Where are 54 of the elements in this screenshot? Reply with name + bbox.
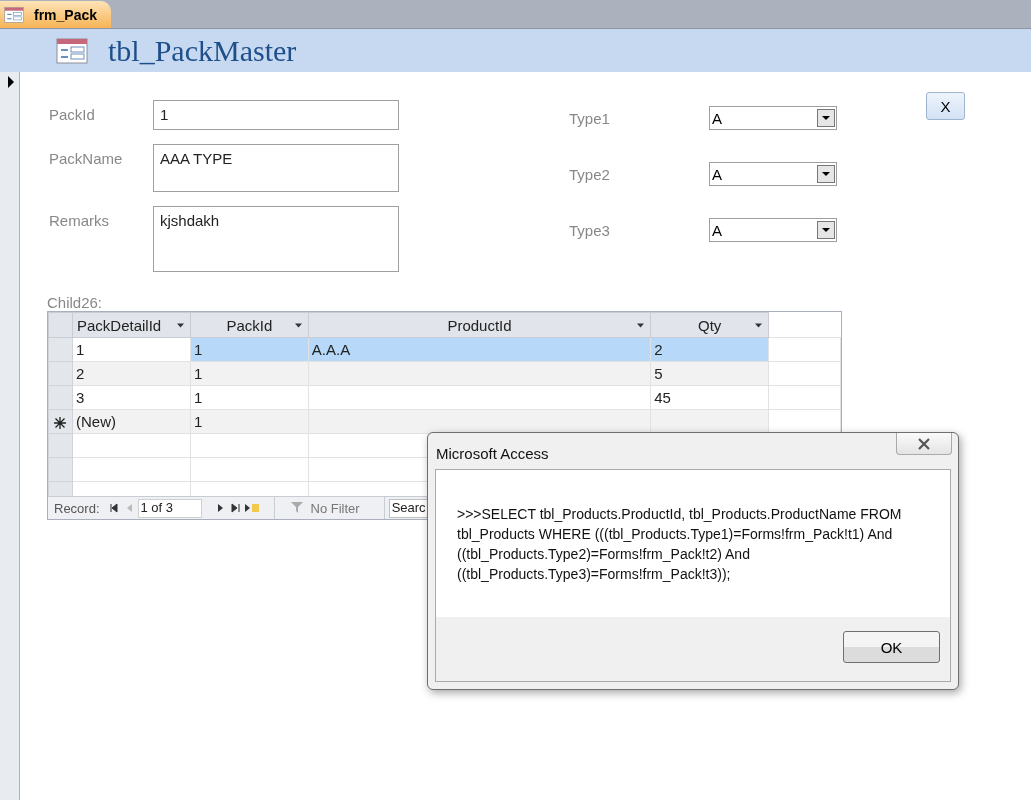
table-cell: 3 (72, 385, 191, 410)
dropdown-icon (294, 323, 302, 328)
field-label: Type3 (569, 221, 611, 239)
dropdown-icon (817, 221, 835, 239)
table-cell: 45 (650, 385, 769, 410)
record-position-field[interactable]: 1 of 3 (137, 498, 202, 518)
column-header[interactable]: PackDetailId (72, 312, 191, 338)
table-cell: (New) (72, 409, 191, 434)
form-icon (4, 6, 24, 23)
dialog-message: >>>SELECT tbl_Products.ProductId, tbl_Products.ProductName FROM tbl_Products WHERE (((tbl_Products.Type1)=Forms!frm_Pack!t1) And ((tbl_Products.Type2)=Forms!frm_Pack!t2) And ((tbl_Products.Type3)=Forms!frm_Pack!t3)); (457, 505, 903, 584)
subform-label: Child26: (47, 294, 104, 311)
dropdown-icon (817, 165, 835, 183)
field-label: Remarks (49, 211, 110, 231)
table-cell: 1 (190, 385, 309, 410)
new-record-icon (54, 417, 67, 430)
combo-box[interactable]: A (709, 162, 837, 186)
dropdown-icon (637, 323, 645, 328)
dialog-title: Microsoft Access (436, 444, 549, 462)
column-header[interactable]: PackId (190, 312, 309, 338)
row-selector[interactable] (48, 409, 73, 434)
ok-button[interactable]: OK (843, 631, 940, 663)
new-record-icon[interactable] (243, 501, 260, 515)
table-cell: 1 (190, 337, 309, 362)
text-field[interactable]: kjshdakh (153, 206, 399, 272)
dropdown-icon (176, 323, 184, 328)
field-label: PackId (49, 105, 96, 125)
form-title: tbl_PackMaster (108, 33, 297, 68)
field-label: PackName (49, 149, 124, 169)
column-header[interactable]: ProductId (308, 312, 651, 338)
table-cell: 1 (72, 337, 191, 362)
table-cell: 5 (650, 361, 769, 386)
table-cell: 1 (190, 361, 309, 386)
field-label: Type1 (569, 109, 611, 127)
form-icon (56, 37, 88, 64)
current-record-icon (7, 76, 15, 88)
table-cell: A.A.A (308, 337, 651, 362)
table-cell: 1 (190, 409, 309, 434)
no-filter-button[interactable]: No Filter (273, 497, 385, 519)
combo-box[interactable]: A (709, 218, 837, 242)
table-cell: 2 (650, 337, 769, 362)
table-cell: 2 (72, 361, 191, 386)
combo-box[interactable]: A (709, 106, 837, 130)
text-field[interactable]: 1 (153, 100, 399, 130)
close-icon (916, 437, 932, 450)
field-label: Type2 (569, 165, 611, 183)
record-label: Record: (53, 500, 101, 516)
document-tab[interactable]: frm_Pack (0, 1, 112, 28)
column-header[interactable]: Qty (650, 312, 769, 338)
text-field[interactable]: AAA TYPE (153, 144, 399, 192)
close-button[interactable] (896, 433, 952, 455)
dropdown-icon (817, 109, 835, 127)
filter-icon (290, 502, 305, 514)
dropdown-icon (755, 323, 763, 328)
close-form-button[interactable]: X (926, 92, 965, 120)
